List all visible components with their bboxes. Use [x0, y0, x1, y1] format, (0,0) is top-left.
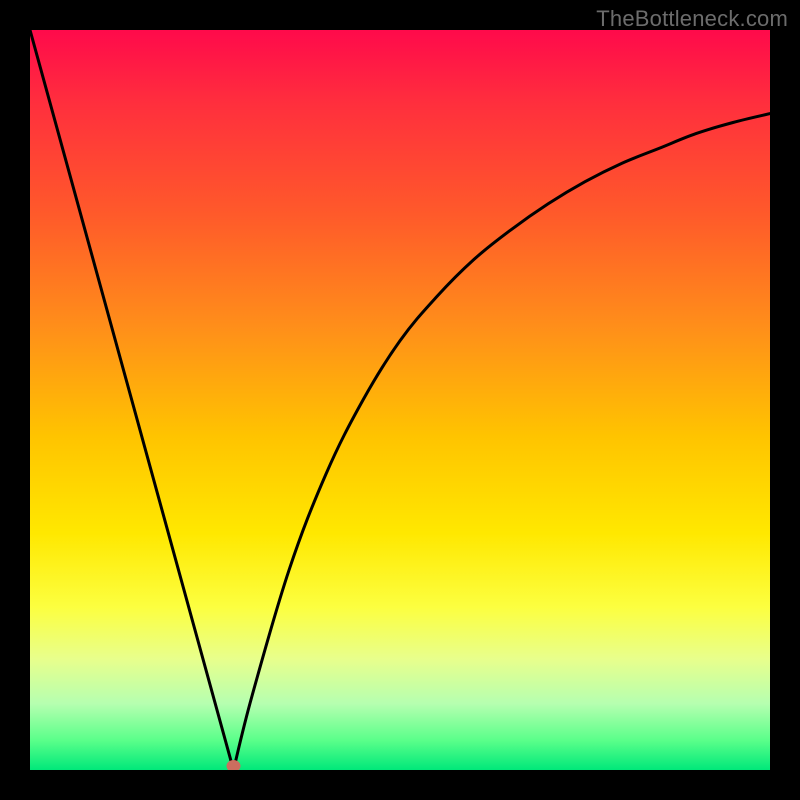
- min-marker: [227, 760, 241, 770]
- bottleneck-curve-left: [30, 30, 234, 770]
- plot-area: [30, 30, 770, 770]
- watermark-text: TheBottleneck.com: [596, 6, 788, 32]
- bottleneck-curve-right: [234, 114, 771, 770]
- chart-frame: TheBottleneck.com: [0, 0, 800, 800]
- curve-svg: [30, 30, 770, 770]
